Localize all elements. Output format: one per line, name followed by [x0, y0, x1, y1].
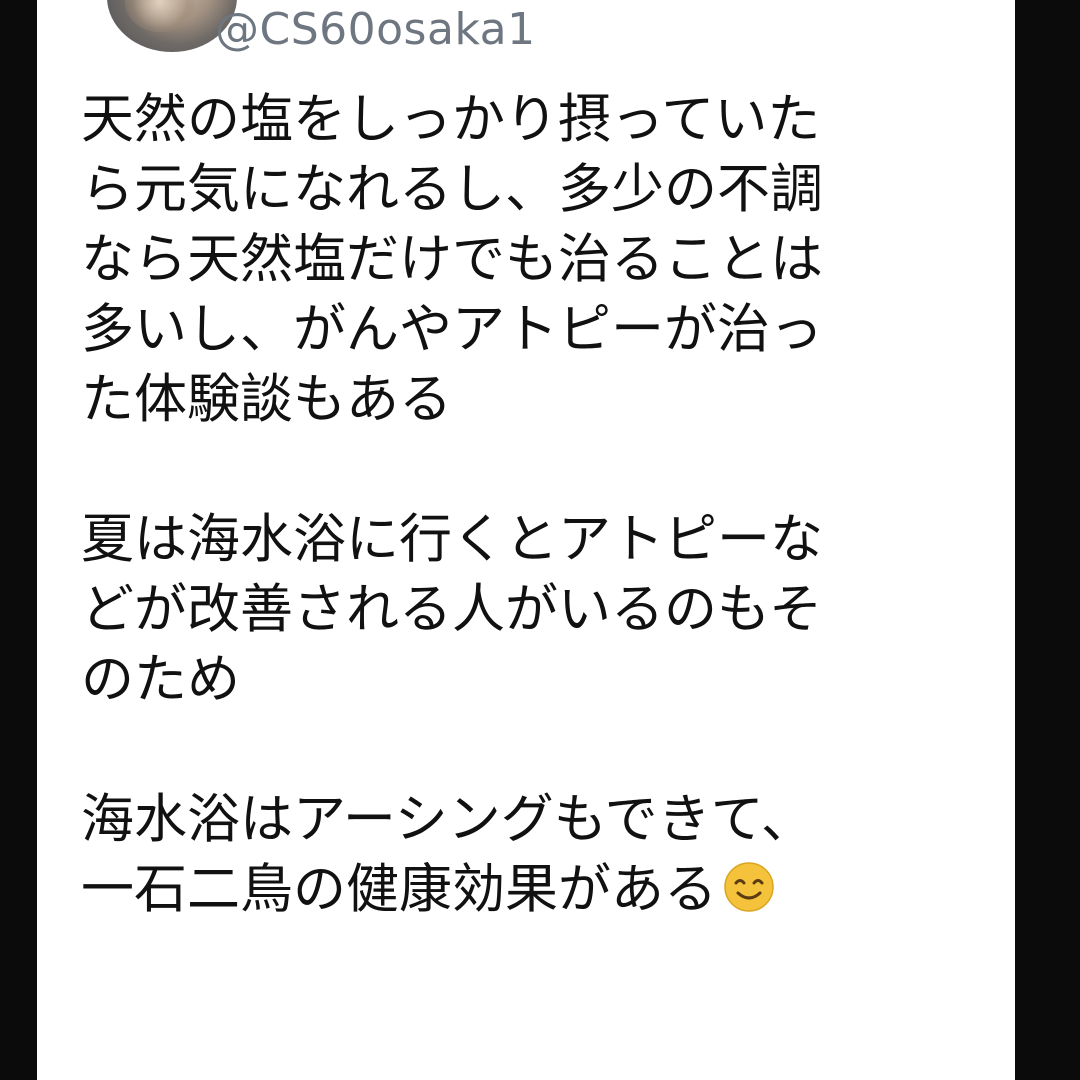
screenshot-frame: @CS60osaka1 天然の塩をしっかり摂っていた ら元気になれるし、多少の不…: [0, 0, 1080, 1080]
tweet-paragraph-3: 海水浴はアーシングもできて、 一石二鳥の健康効果がある: [81, 785, 991, 925]
avatar-photo: [125, 0, 195, 32]
smiling-face-emoji-icon: [724, 862, 774, 912]
text-line: ら元気になれるし、多少の不調: [81, 159, 823, 220]
text-line: 一石二鳥の健康効果がある: [81, 859, 717, 920]
tweet-card: @CS60osaka1 天然の塩をしっかり摂っていた ら元気になれるし、多少の不…: [37, 0, 1015, 1080]
text-line: 夏は海水浴に行くとアトピーな: [81, 509, 823, 570]
tweet-paragraph-2: 夏は海水浴に行くとアトピーな どが改善される人がいるのもそ のため: [81, 505, 991, 715]
text-line: どが改善される人がいるのもそ: [81, 579, 822, 640]
text-line: のため: [81, 649, 240, 710]
tweet-body: 天然の塩をしっかり摂っていた ら元気になれるし、多少の不調 なら天然塩だけでも治…: [81, 85, 991, 995]
text-line: た体験談もある: [81, 369, 452, 430]
tweet-paragraph-1: 天然の塩をしっかり摂っていた ら元気になれるし、多少の不調 なら天然塩だけでも治…: [81, 85, 991, 435]
text-line: 海水浴はアーシングもできて、: [81, 789, 814, 850]
user-handle[interactable]: @CS60osaka1: [215, 4, 536, 56]
text-line: 多いし、がんやアトピーが治っ: [81, 299, 823, 360]
text-line: なら天然塩だけでも治ることは: [81, 229, 823, 290]
text-line-with-emoji: 一石二鳥の健康効果がある: [81, 855, 991, 925]
text-line: 天然の塩をしっかり摂っていた: [81, 89, 821, 150]
